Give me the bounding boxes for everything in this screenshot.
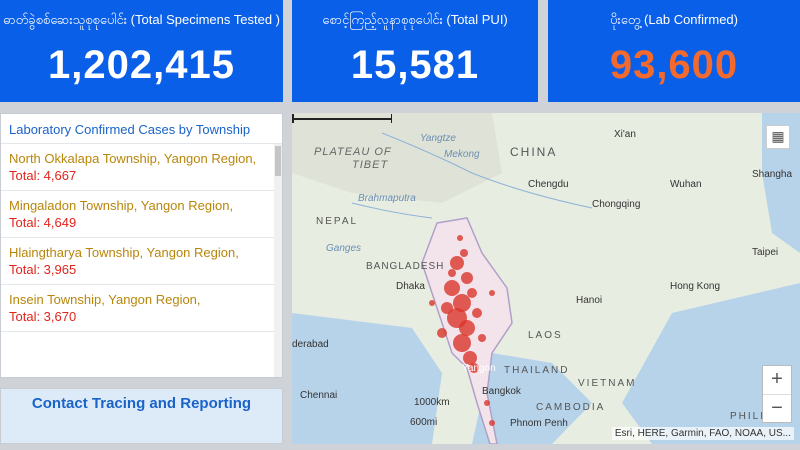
list-item[interactable]: Hlaingtharya Township, Yangon Region, To… — [1, 238, 282, 285]
label-china: CHINA — [510, 145, 558, 159]
zoom-in-button[interactable]: + — [763, 366, 791, 395]
township-name: North Okkalapa Township, Yangon Region, — [9, 151, 257, 166]
city-hongkong: Hong Kong — [670, 281, 721, 292]
scale-mi: 600mi — [410, 417, 438, 428]
zoom-control: + − — [762, 365, 792, 423]
city-yangon: Yangon — [462, 363, 496, 374]
city-chongqing: Chongqing — [592, 199, 641, 210]
label-mekong: Mekong — [444, 149, 480, 160]
label-thailand: THAILAND — [504, 365, 570, 376]
township-total: Total: 4,649 — [9, 215, 77, 230]
label-vietnam: VIETNAM — [578, 378, 637, 389]
township-total: Total: 3,965 — [9, 262, 77, 277]
contact-tracing-panel[interactable]: Contact Tracing and Reporting — [0, 388, 283, 444]
township-name: Insein Township, Yangon Region, — [9, 292, 201, 307]
stat-tile-specimens: ဓာတ်ခွဲစစ်ဆေးသူစုစုပေါင်း (Total Specime… — [0, 0, 283, 102]
township-list-panel: Laboratory Confirmed Cases by Township N… — [0, 113, 283, 378]
township-total: Total: 3,670 — [9, 309, 77, 324]
stat-label-specimens: ဓာတ်ခွဲစစ်ဆေးသူစုစုပေါင်း (Total Specime… — [2, 12, 281, 27]
city-derabad: derabad — [292, 339, 329, 350]
stat-tile-pui: စောင့်ကြည့်လူနာစုစုပေါင်း (Total PUI) 15… — [292, 0, 538, 102]
stat-label-pui: စောင့်ကြည့်လူနာစုစုပေါင်း (Total PUI) — [322, 12, 508, 27]
township-total: Total: 4,667 — [9, 168, 77, 183]
label-ganges: Ganges — [326, 243, 362, 254]
list-item[interactable]: Mingaladon Township, Yangon Region, Tota… — [1, 191, 282, 238]
label-philippines: PHILI — [730, 411, 766, 422]
stat-value-specimens: 1,202,415 — [48, 43, 235, 87]
stat-value-confirmed: 93,600 — [609, 43, 739, 87]
city-taipei: Taipei — [752, 247, 779, 258]
map-view[interactable]: PLATEAU OF TIBET CHINA NEPAL BANGLADESH … — [292, 113, 800, 444]
stat-value-pui: 15,581 — [350, 43, 480, 87]
label-laos: LAOS — [528, 330, 563, 341]
city-phnompenh: Phnom Penh — [510, 418, 568, 429]
city-dhaka: Dhaka — [396, 281, 425, 292]
scale-km: 1000km — [414, 397, 450, 408]
river-brahmaputra — [351, 202, 433, 219]
map-attribution[interactable]: Esri, HERE, Garmin, FAO, NOAA, US... — [611, 427, 794, 440]
township-name: Mingaladon Township, Yangon Region, — [9, 198, 234, 213]
list-item[interactable]: North Okkalapa Township, Yangon Region, … — [1, 144, 282, 191]
city-shanghai: Shangha — [752, 169, 793, 180]
label-bangladesh: BANGLADESH — [366, 261, 445, 272]
list-scrollbar[interactable] — [274, 144, 282, 377]
contact-tracing-title: Contact Tracing and Reporting — [31, 395, 252, 412]
stat-label-confirmed: ပိုးတွေ့ (Lab Confirmed) — [610, 12, 738, 27]
qr-code-icon[interactable]: ▦ — [766, 125, 790, 149]
label-yangtze: Yangtze — [420, 133, 456, 144]
scale-bar-icon — [292, 114, 392, 123]
city-hanoi: Hanoi — [576, 295, 603, 306]
city-bangkok: Bangkok — [482, 386, 521, 397]
label-nepal: NEPAL — [316, 216, 359, 227]
city-chennai: Chennai — [300, 390, 338, 401]
city-wuhan: Wuhan — [670, 179, 702, 190]
scrollbar-thumb[interactable] — [275, 146, 281, 176]
label-brahmaputra: Brahmaputra — [358, 193, 416, 204]
label-cambodia: CAMBODIA — [536, 402, 606, 413]
list-title: Laboratory Confirmed Cases by Township — [1, 114, 282, 144]
zoom-out-button[interactable]: − — [763, 395, 791, 423]
township-name: Hlaingtharya Township, Yangon Region, — [9, 245, 239, 260]
city-xian: Xi'an — [614, 129, 636, 140]
label-tibet: TIBET — [352, 159, 389, 171]
stat-tile-confirmed: ပိုးတွေ့ (Lab Confirmed) 93,600 — [548, 0, 800, 102]
city-chengdu: Chengdu — [528, 179, 569, 190]
list-item[interactable]: Insein Township, Yangon Region, Total: 3… — [1, 285, 282, 332]
label-plateau: PLATEAU OF — [314, 146, 392, 158]
